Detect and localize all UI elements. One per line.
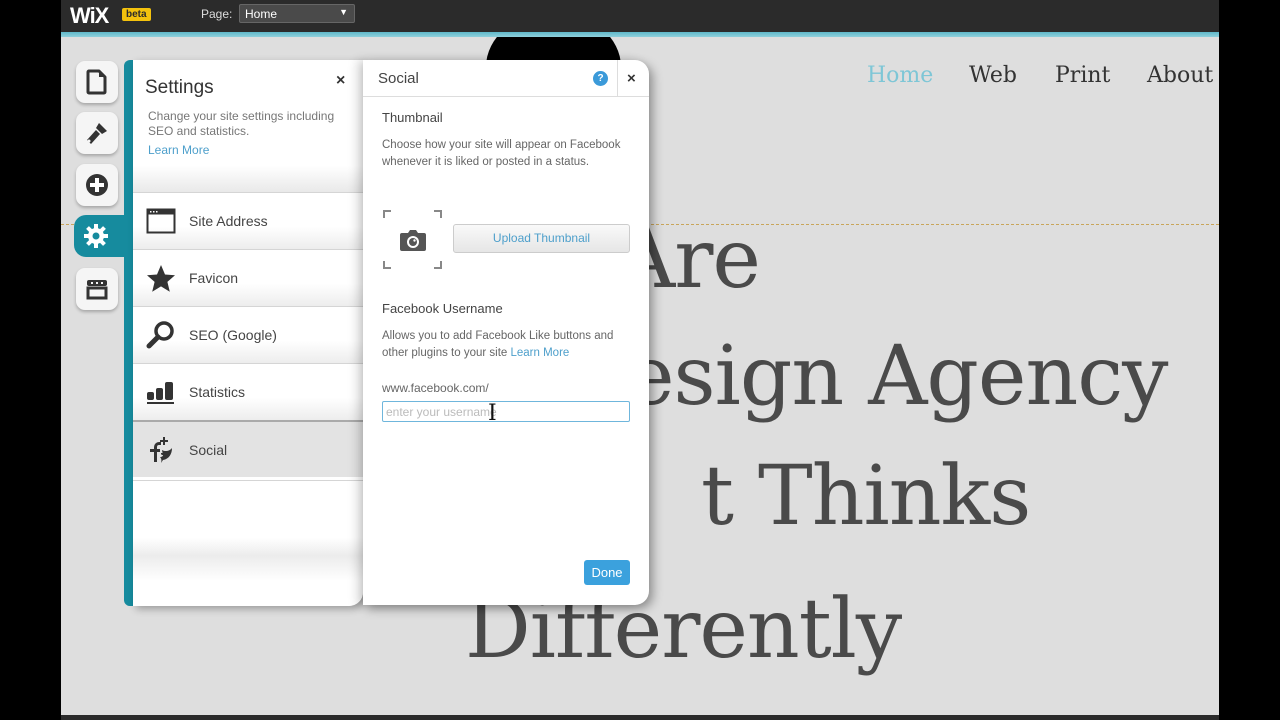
settings-panel-footer (133, 480, 363, 606)
pages-icon (86, 69, 107, 95)
bar-chart-icon (133, 379, 189, 405)
settings-button[interactable] (74, 215, 126, 257)
settings-close-button[interactable]: × (336, 72, 345, 90)
social-icon (133, 435, 189, 465)
store-icon (86, 280, 108, 300)
design-brush-icon (87, 123, 107, 144)
frame-corner (383, 261, 391, 269)
menu-label: Favicon (189, 270, 239, 286)
pages-button[interactable] (76, 61, 118, 103)
help-icon[interactable]: ? (593, 71, 608, 86)
add-icon (86, 174, 108, 196)
settings-accent-bar (124, 60, 133, 606)
settings-item-seo[interactable]: SEO (Google) (133, 306, 363, 363)
facebook-username-description: Allows you to add Facebook Like buttons … (382, 328, 632, 362)
facebook-description-text: Allows you to add Facebook Like buttons … (382, 330, 614, 359)
thumbnail-title: Thumbnail (382, 110, 443, 125)
settings-item-favicon[interactable]: Favicon (133, 249, 363, 306)
thumbnail-preview[interactable] (383, 210, 442, 269)
site-nav-web[interactable]: Web (969, 63, 1017, 88)
canvas-bottom-strip (61, 715, 1219, 720)
settings-header: Settings × Change your site settings inc… (133, 60, 363, 192)
frame-corner (383, 210, 391, 218)
site-nav-home[interactable]: Home (867, 63, 933, 88)
headline-line-2: esign Agency (626, 329, 1168, 424)
camera-icon (400, 230, 426, 251)
facebook-learn-more-link[interactable]: Learn More (511, 347, 570, 359)
settings-item-social[interactable]: Social (133, 420, 363, 477)
social-close-button[interactable]: × (627, 70, 636, 87)
social-panel: Social ? × Thumbnail Choose how your sit… (363, 60, 649, 605)
header-divider (617, 60, 618, 97)
settings-learn-more-link[interactable]: Learn More (148, 143, 209, 157)
upload-thumbnail-button[interactable]: Upload Thumbnail (453, 224, 630, 253)
frame-corner (434, 210, 442, 218)
social-panel-title: Social (378, 70, 419, 87)
design-button[interactable] (76, 112, 118, 154)
settings-description: Change your site settings including SEO … (148, 109, 335, 138)
menu-label: Site Address (189, 213, 268, 229)
beta-badge: beta (122, 8, 151, 21)
wix-logo: WiX (70, 3, 109, 28)
settings-item-statistics[interactable]: Statistics (133, 363, 363, 420)
editor-topbar (61, 0, 1219, 32)
site-nav-print[interactable]: Print (1055, 63, 1110, 88)
magnifier-icon (133, 320, 189, 350)
frame-corner (434, 261, 442, 269)
settings-title: Settings (145, 77, 214, 98)
thumbnail-description: Choose how your site will appear on Face… (382, 139, 621, 168)
chevron-down-icon: ▼ (339, 7, 348, 17)
done-button[interactable]: Done (584, 560, 630, 585)
settings-panel: Settings × Change your site settings inc… (133, 60, 363, 606)
browser-window-icon (133, 208, 189, 234)
headline-line-3: t Thinks (701, 449, 1031, 544)
page-select-value: Home (245, 7, 278, 21)
page-select-label: Page: (201, 7, 233, 21)
settings-item-site-address[interactable]: Site Address (133, 192, 363, 249)
menu-label: Social (189, 441, 228, 458)
site-nav-about[interactable]: About (1147, 63, 1213, 88)
app-market-button[interactable] (76, 268, 118, 310)
star-icon (133, 264, 189, 292)
settings-gear-icon (84, 224, 108, 248)
text-cursor-icon: I (488, 401, 497, 426)
menu-label: SEO (Google) (189, 327, 277, 343)
facebook-url-prefix: www.facebook.com/ (382, 381, 489, 395)
add-button[interactable] (76, 164, 118, 206)
facebook-username-input[interactable] (382, 401, 630, 422)
menu-label: Statistics (189, 384, 246, 400)
facebook-username-title: Facebook Username (382, 301, 503, 316)
social-panel-header: Social ? × (363, 60, 649, 97)
page-select[interactable]: Home ▼ (239, 4, 355, 23)
